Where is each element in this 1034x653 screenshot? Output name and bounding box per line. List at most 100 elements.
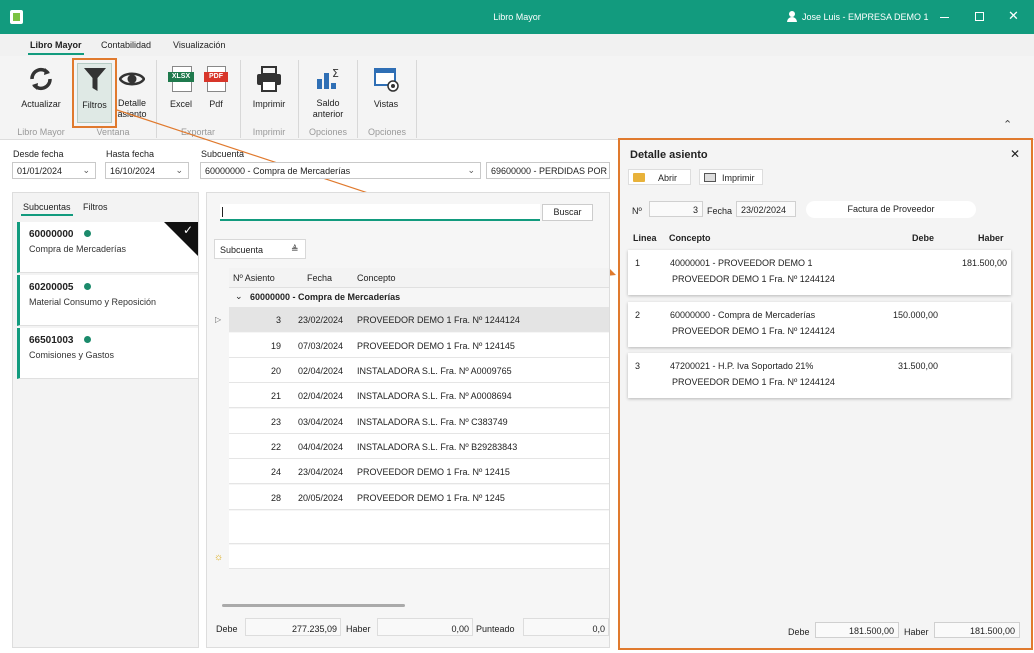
ribbon-separator	[240, 60, 241, 138]
row-fecha: 02/04/2024	[298, 391, 344, 401]
line-number: 3	[635, 361, 641, 371]
row-n: 3	[275, 315, 281, 325]
search-input[interactable]	[220, 204, 540, 221]
subcuenta-hasta-select[interactable]: 69600000 - PERDIDAS POR DI	[486, 162, 610, 179]
pdf-icon: PDF	[204, 66, 228, 92]
abrir-button[interactable]: Abrir	[628, 169, 691, 185]
desde-fecha-input[interactable]: 01/01/2024 ⌄	[12, 162, 96, 179]
list-item[interactable]: 66501003 Comisiones y Gastos	[17, 328, 198, 379]
ribbon-separator	[298, 60, 299, 138]
new-row[interactable]	[229, 545, 609, 569]
row-fecha: 02/04/2024	[298, 366, 344, 376]
detail-line[interactable]: 2 60000000 - Compra de Mercaderías PROVE…	[628, 302, 1011, 347]
close-icon[interactable]: ✕	[1010, 147, 1020, 161]
group-label-opciones: Opciones	[308, 127, 348, 137]
actualizar-button[interactable]: Actualizar	[16, 62, 66, 112]
horizontal-scrollbar[interactable]	[222, 604, 405, 607]
table-row[interactable]: 24 23/04/2024 PROVEEDOR DEMO 1 Fra. Nº 1…	[229, 459, 609, 484]
left-pane: Subcuentas Filtros 60000000 Compra de Me…	[12, 192, 199, 648]
row-concepto: PROVEEDOR DEMO 1 Fra. Nº 1244124	[357, 315, 520, 325]
group-label-opciones-2: Opciones	[367, 127, 407, 137]
tab-subcuentas[interactable]: Subcuentas	[23, 202, 71, 212]
ribbon-tabs: Libro Mayor Contabilidad Visualización	[0, 34, 1034, 56]
subcuenta-code: 60000000	[29, 229, 74, 240]
desde-fecha-label: Desde fecha	[13, 149, 64, 159]
vistas-button[interactable]: Vistas	[366, 62, 406, 112]
views-icon	[374, 68, 399, 92]
hasta-fecha-input[interactable]: 16/10/2024 ⌄	[105, 162, 189, 179]
col-concepto: Concepto	[669, 233, 711, 243]
group-label-ventana: Ventana	[96, 127, 130, 137]
n-field[interactable]: 3	[649, 201, 703, 217]
subcuenta-desde-value: 60000000 - Compra de Mercaderías	[205, 166, 351, 176]
col-concepto[interactable]: Concepto	[357, 273, 396, 283]
subcuenta-desde-select[interactable]: 60000000 - Compra de Mercaderías ⌄	[200, 162, 481, 179]
n-label: Nº	[632, 206, 642, 216]
excel-button[interactable]: XLSX Excel	[166, 62, 196, 112]
status-dot-icon	[84, 336, 91, 343]
row-fecha: 20/05/2024	[298, 493, 344, 503]
detalle-asiento-button[interactable]: Detalle asiento	[116, 62, 148, 122]
table-row[interactable]: 22 04/04/2024 INSTALADORA S.L. Fra. Nº B…	[229, 434, 609, 459]
row-concepto: INSTALADORA S.L. Fra. Nº B29283843	[357, 442, 518, 452]
filtros-label: Filtros	[82, 100, 107, 110]
detail-haber-total: 181.500,00	[934, 622, 1020, 638]
saldo-label-1: Saldo	[316, 98, 340, 108]
table-row[interactable]: 21 02/04/2024 INSTALADORA S.L. Fra. Nº A…	[229, 383, 609, 408]
footer-punteado-label: Punteado	[476, 624, 515, 634]
footer-haber-label: Haber	[346, 624, 371, 634]
line-concepto: PROVEEDOR DEMO 1 Fra. Nº 1244124	[672, 326, 835, 336]
tab-visualizacion[interactable]: Visualización	[173, 40, 225, 50]
tab-filtros[interactable]: Filtros	[83, 202, 108, 212]
fecha-field[interactable]: 23/02/2024	[736, 201, 796, 217]
saldo-anterior-button[interactable]: Σ Saldo anterior	[306, 62, 350, 122]
filtros-button[interactable]: Filtros	[72, 58, 117, 128]
table-row[interactable]: 23 03/04/2024 INSTALADORA S.L. Fra. Nº C…	[229, 409, 609, 434]
table-row[interactable]: 20 02/04/2024 INSTALADORA S.L. Fra. Nº A…	[229, 358, 609, 383]
detail-line[interactable]: 1 40000001 - PROVEEDOR DEMO 1 PROVEEDOR …	[628, 250, 1011, 295]
printer-icon	[257, 66, 281, 92]
tab-libro-mayor[interactable]: Libro Mayor	[30, 40, 82, 50]
ribbon-separator	[156, 60, 157, 138]
minimize-button[interactable]	[940, 17, 949, 18]
tab-contabilidad[interactable]: Contabilidad	[101, 40, 151, 50]
row-fecha: 23/04/2024	[298, 467, 344, 477]
user-label[interactable]: Jose Luis - EMPRESA DEMO 1	[802, 12, 929, 22]
excel-label: Excel	[169, 99, 192, 109]
filter-icon	[84, 68, 106, 91]
imprimir-button[interactable]: Imprimir	[248, 62, 290, 112]
line-debe: 31.500,00	[897, 361, 938, 371]
table-row[interactable]: 3 23/02/2024 PROVEEDOR DEMO 1 Fra. Nº 12…	[229, 307, 609, 332]
pdf-button[interactable]: PDF Pdf	[202, 62, 230, 112]
list-item[interactable]: 60000000 Compra de Mercaderías ✓	[17, 222, 198, 273]
list-item[interactable]: 60200005 Material Consumo y Reposición	[17, 275, 198, 326]
grid-header: Nº Asiento Fecha Concepto	[229, 268, 609, 288]
detail-line[interactable]: 3 47200021 - H.P. Iva Soportado 21% PROV…	[628, 353, 1011, 398]
row-concepto: INSTALADORA S.L. Fra. Nº A0008694	[357, 391, 512, 401]
maximize-button[interactable]	[975, 12, 984, 21]
detail-debe-label: Debe	[788, 627, 810, 637]
group-row[interactable]: ⌄ 60000000 - Compra de Mercaderías	[229, 289, 609, 306]
vistas-label: Vistas	[373, 99, 399, 109]
table-row[interactable]: 28 20/05/2024 PROVEEDOR DEMO 1 Fra. Nº 1…	[229, 485, 609, 510]
group-by-chip[interactable]: Subcuenta ≜	[214, 239, 306, 259]
detail-debe-total: 181.500,00	[815, 622, 899, 638]
xlsx-badge: XLSX	[168, 72, 194, 82]
line-number: 2	[635, 310, 641, 320]
col-n-asiento[interactable]: Nº Asiento	[233, 273, 275, 283]
row-fecha: 03/04/2024	[298, 417, 344, 427]
imprimir-detail-button[interactable]: Imprimir	[699, 169, 763, 185]
tab-active-underline	[28, 53, 84, 55]
close-button[interactable]: ✕	[1008, 9, 1019, 24]
col-linea: Linea	[633, 233, 657, 243]
pdf-label: Pdf	[209, 99, 223, 109]
table-row[interactable]: 19 07/03/2024 PROVEEDOR DEMO 1 Fra. Nº 1…	[229, 333, 609, 358]
buscar-button[interactable]: Buscar	[542, 204, 593, 221]
collapse-ribbon-icon[interactable]: ⌃	[1003, 118, 1012, 131]
col-fecha[interactable]: Fecha	[307, 273, 332, 283]
new-row-icon[interactable]: ☼	[214, 552, 223, 563]
excel-icon: XLSX	[168, 66, 194, 92]
row-concepto: PROVEEDOR DEMO 1 Fra. Nº 124145	[357, 341, 515, 351]
title-bar: Libro Mayor Jose Luis - EMPRESA DEMO 1 ✕	[0, 0, 1034, 34]
footer-debe-value: 277.235,09	[245, 618, 341, 636]
